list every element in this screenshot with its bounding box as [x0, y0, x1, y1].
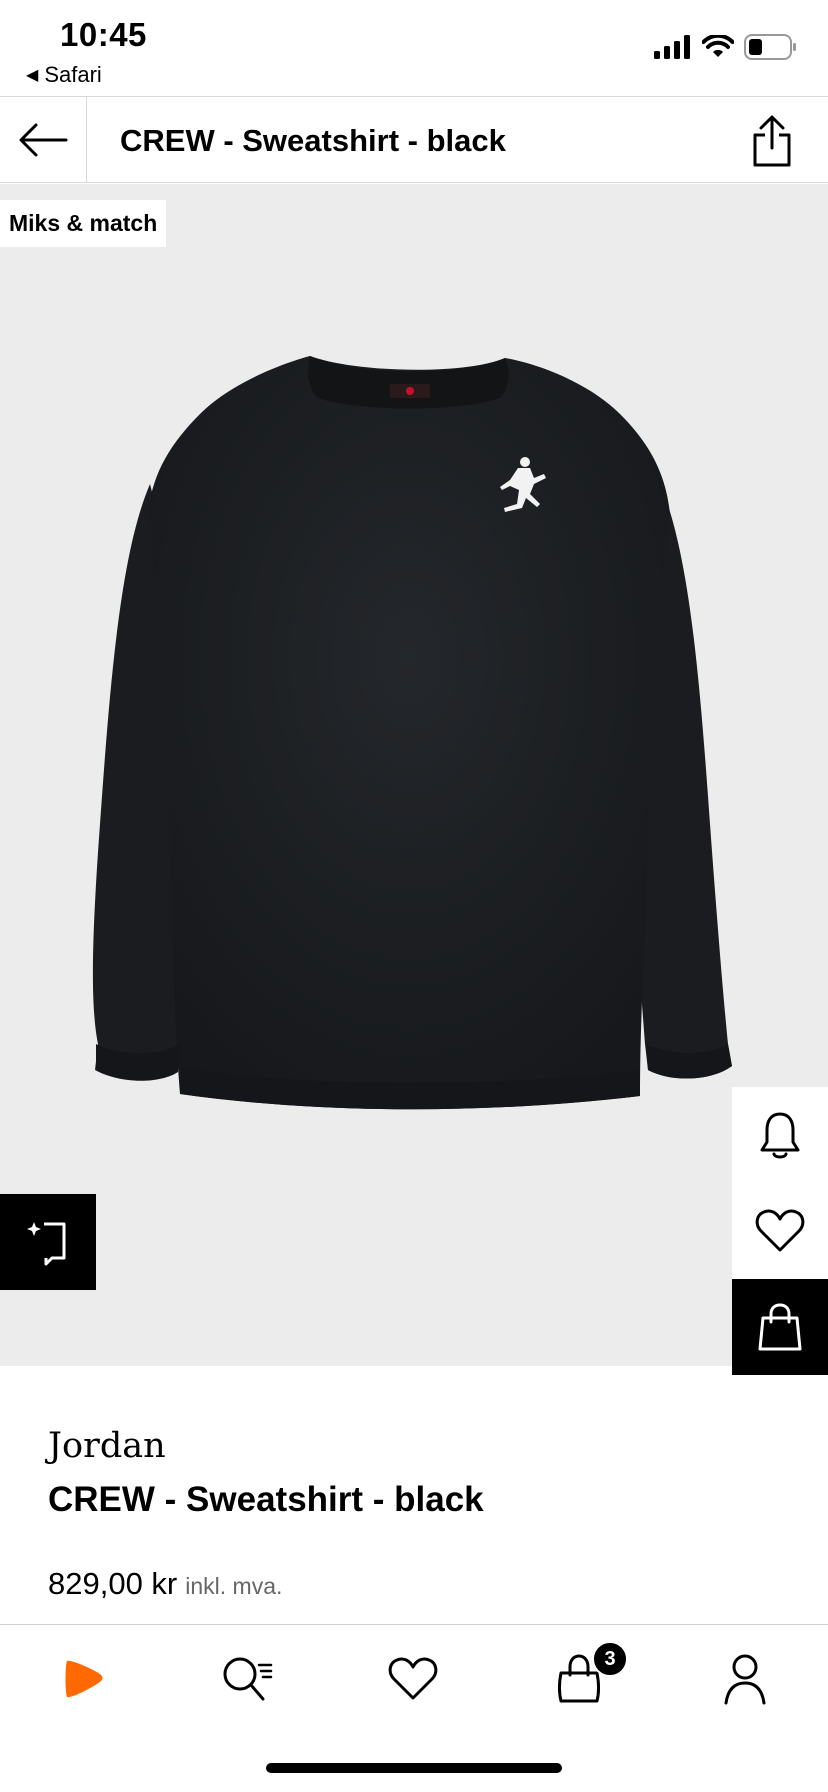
share-icon [753, 115, 791, 167]
header-title: CREW - Sweatshirt - black [120, 123, 506, 158]
bottom-tab-bar: 3 [0, 1624, 828, 1792]
wishlist-button[interactable] [732, 1183, 828, 1279]
product-name: CREW - Sweatshirt - black [48, 1480, 484, 1519]
vat-note: inkl. mva. [185, 1573, 283, 1599]
back-button[interactable] [0, 97, 87, 183]
user-icon [724, 1654, 766, 1705]
tab-search[interactable] [212, 1649, 282, 1709]
shopping-bag-icon [758, 1303, 802, 1351]
back-triangle-icon: ◀ [26, 67, 39, 84]
add-to-bag-button[interactable] [732, 1279, 828, 1375]
home-indicator [266, 1763, 562, 1773]
back-app-label: Safari [44, 62, 102, 87]
heart-icon [755, 1209, 805, 1252]
share-button[interactable] [744, 111, 800, 171]
outfit-suggestion-button[interactable] [0, 1194, 96, 1290]
status-time: 10:45 [60, 16, 147, 53]
status-icons [654, 34, 798, 60]
outfit-sparkle-icon [27, 1222, 66, 1266]
product-side-actions [732, 1087, 828, 1375]
arrow-left-icon [19, 123, 68, 157]
notify-button[interactable] [732, 1087, 828, 1183]
price-row: 829,00 kr inkl. mva. [48, 1566, 282, 1602]
back-to-app-link[interactable]: ◀ Safari [26, 62, 102, 88]
zalando-logo-icon [65, 1660, 103, 1698]
product-brand[interactable]: Jordan [48, 1426, 166, 1466]
tab-home[interactable] [48, 1649, 118, 1709]
tab-bag[interactable]: 3 [544, 1641, 628, 1709]
bag-count-badge: 3 [592, 1641, 628, 1677]
product-header: CREW - Sweatshirt - black [0, 96, 828, 183]
tab-account[interactable] [710, 1649, 780, 1709]
cellular-signal-icon [654, 35, 690, 59]
product-image-gallery[interactable]: Miks & match [0, 184, 828, 1366]
mix-match-badge: Miks & match [0, 200, 167, 247]
status-bar: 10:45 ◀ Safari [0, 0, 828, 96]
bell-icon [760, 1112, 800, 1159]
wifi-icon [702, 35, 734, 57]
tab-wishlist[interactable] [378, 1649, 448, 1709]
battery-icon [744, 34, 796, 60]
product-price: 829,00 kr [48, 1566, 178, 1601]
heart-icon [388, 1657, 438, 1700]
search-icon [223, 1657, 273, 1701]
sweatshirt-image [92, 356, 732, 1110]
